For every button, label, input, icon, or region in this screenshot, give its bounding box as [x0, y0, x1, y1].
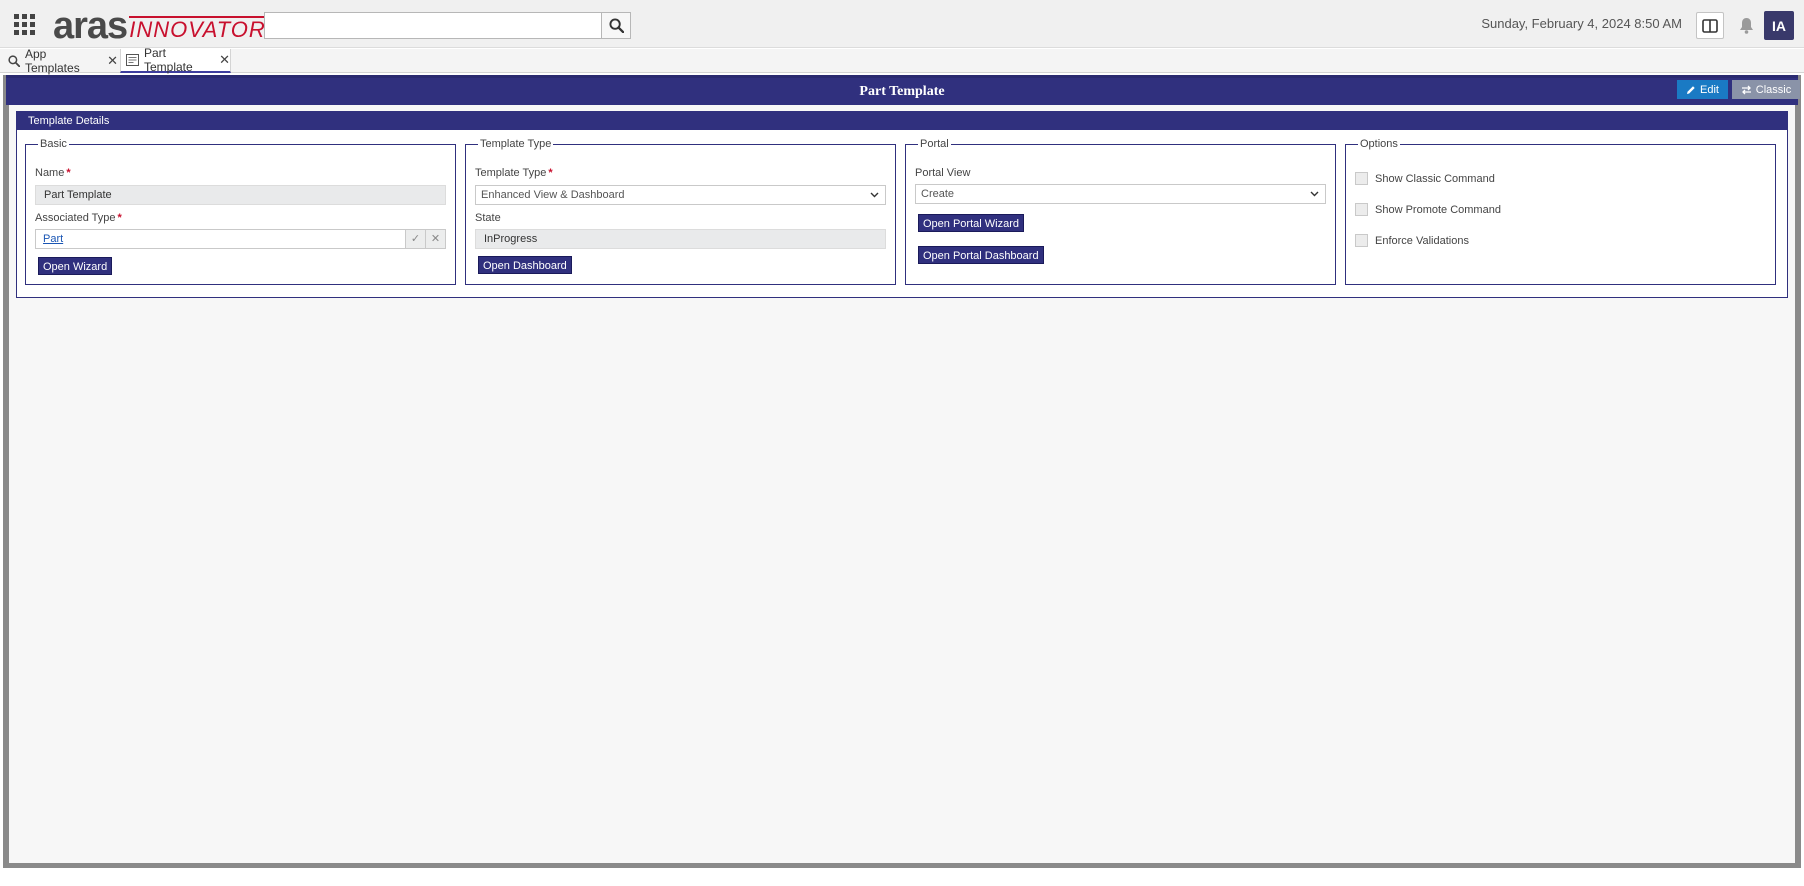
aras-innovator-logo: aras INNOVATOR [53, 5, 266, 47]
open-portal-wizard-button[interactable]: Open Portal Wizard [918, 214, 1024, 232]
state-field: InProgress [475, 229, 886, 249]
template-type-select[interactable]: Enhanced View & Dashboard [475, 185, 886, 205]
search-icon [8, 55, 20, 67]
associated-type-label: Associated Type * [35, 212, 122, 224]
logo-aras-text: aras [53, 5, 128, 47]
tab-app-templates[interactable]: App Templates ✕ [8, 47, 118, 75]
template-type-label: Template Type * [475, 167, 553, 179]
options-fieldset: Options Show Classic Command Show Promot… [1345, 138, 1776, 285]
associated-type-link[interactable]: Part [43, 233, 63, 245]
current-datetime: Sunday, February 4, 2024 8:50 AM [1481, 16, 1682, 31]
clear-icon[interactable]: ✕ [425, 230, 445, 248]
options-legend: Options [1360, 138, 1398, 150]
basic-fieldset: Basic Name * Part Template Associated Typ… [25, 138, 456, 285]
edit-button-label: Edit [1700, 83, 1719, 96]
name-field[interactable]: Part Template [35, 185, 446, 205]
template-details-heading: Template Details [17, 112, 1787, 130]
open-dashboard-button[interactable]: Open Dashboard [478, 256, 572, 274]
top-header: aras INNOVATOR Sunday, February 4, 2024 … [0, 0, 1804, 48]
enforce-validations-checkbox[interactable] [1355, 234, 1368, 247]
option-label: Enforce Validations [1375, 234, 1469, 247]
page-title-bar: Part Template Edit Classic [6, 75, 1800, 105]
chevron-down-icon [1310, 191, 1319, 197]
portal-view-label: Portal View [915, 167, 971, 179]
template-type-fieldset: Template Type Template Type * Enhanced Vi… [465, 138, 896, 285]
option-label: Show Promote Command [1375, 203, 1501, 216]
state-label: State [475, 212, 501, 224]
basic-legend: Basic [40, 138, 67, 150]
template-type-value: Enhanced View & Dashboard [481, 189, 625, 201]
swap-arrows-icon [1741, 85, 1751, 94]
option-show-promote-command[interactable]: Show Promote Command [1355, 203, 1501, 216]
tab-part-template[interactable]: Part Template ✕ [120, 46, 231, 74]
pencil-icon [1687, 85, 1695, 94]
page-title: Part Template [859, 84, 945, 99]
option-enforce-validations[interactable]: Enforce Validations [1355, 234, 1469, 247]
split-view-button[interactable] [1696, 12, 1724, 39]
checkmark-icon[interactable]: ✓ [405, 230, 425, 248]
search-icon [608, 18, 624, 33]
edit-button[interactable]: Edit [1677, 80, 1728, 99]
template-details-panel: Template Details Basic Name * Part Templa… [16, 111, 1788, 298]
portal-legend: Portal [920, 138, 949, 150]
classic-button-label: Classic [1755, 83, 1792, 96]
search-button[interactable] [601, 12, 631, 39]
notifications-button[interactable] [1735, 14, 1757, 36]
close-icon[interactable]: ✕ [107, 53, 118, 69]
form-content: Template Details Basic Name * Part Templa… [9, 105, 1795, 863]
template-type-legend: Template Type [480, 138, 552, 150]
content-frame: Part Template Edit Classic Template Deta… [3, 75, 1801, 868]
grid-icon[interactable] [13, 13, 36, 36]
bell-icon [1739, 17, 1753, 34]
tab-label: Part Template [144, 46, 193, 74]
open-wizard-button[interactable]: Open Wizard [38, 257, 113, 275]
associated-type-field[interactable]: Part ✓ ✕ [35, 229, 446, 249]
option-label: Show Classic Command [1375, 172, 1495, 185]
classic-button[interactable]: Classic [1732, 80, 1800, 99]
show-classic-command-checkbox[interactable] [1355, 172, 1368, 185]
close-icon[interactable]: ✕ [219, 52, 230, 68]
portal-fieldset: Portal Portal View Create Open Portal Wi… [905, 138, 1336, 285]
tab-bar: App Templates ✕ Part Template ✕ [0, 46, 1804, 75]
option-show-classic-command[interactable]: Show Classic Command [1355, 172, 1495, 185]
portal-view-select[interactable]: Create [915, 184, 1326, 204]
name-label: Name * [35, 167, 71, 179]
tab-label: App Templates [25, 47, 80, 75]
search-input[interactable] [264, 12, 602, 39]
open-portal-dashboard-button[interactable]: Open Portal Dashboard [918, 246, 1044, 264]
split-view-icon [1702, 18, 1718, 33]
form-icon [126, 54, 139, 66]
logo-innovator-text: INNOVATOR [129, 12, 266, 42]
user-avatar[interactable]: IA [1764, 11, 1794, 40]
show-promote-command-checkbox[interactable] [1355, 203, 1368, 216]
chevron-down-icon [870, 192, 879, 198]
portal-view-value: Create [921, 188, 955, 200]
